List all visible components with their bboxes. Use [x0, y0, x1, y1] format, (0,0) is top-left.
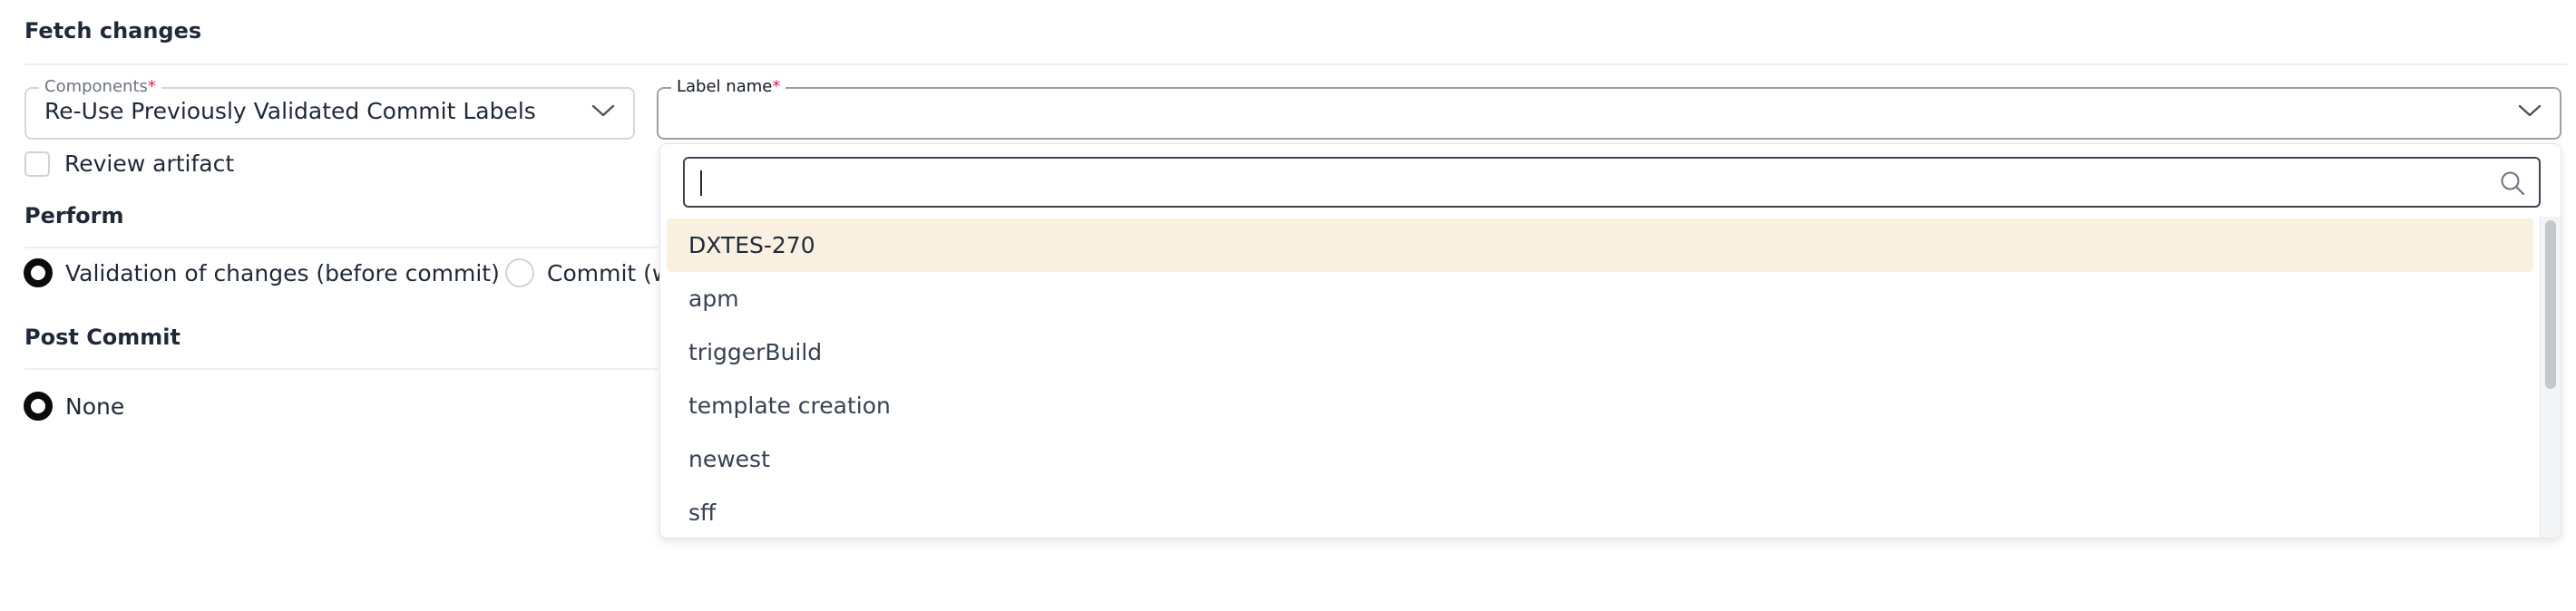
post-commit-option-label: None [65, 393, 125, 420]
components-legend-label: Components [44, 77, 148, 96]
dropdown-scrollbar[interactable] [2540, 217, 2561, 538]
divider [24, 247, 658, 248]
components-legend: Components* [39, 76, 161, 98]
dropdown-option[interactable]: DXTES-270 [667, 218, 2533, 272]
chevron-down-icon[interactable] [591, 103, 615, 118]
dropdown-option[interactable]: newest [667, 432, 2533, 486]
dropdown-options: DXTES-270 apm triggerBuild template crea… [667, 218, 2533, 538]
dropdown-option[interactable]: sff [667, 486, 2533, 538]
page: Fetch changes Components* Re-Use Previou… [0, 0, 2576, 611]
chevron-down-icon[interactable] [2518, 103, 2542, 118]
divider [24, 63, 2567, 65]
components-value: Re-Use Previously Validated Commit Label… [44, 98, 536, 124]
required-mark: * [772, 77, 781, 96]
dropdown-option[interactable]: template creation [667, 379, 2533, 432]
required-mark: * [147, 77, 156, 96]
search-icon [2501, 171, 2525, 196]
label-name-select[interactable]: Label name* [657, 76, 2561, 140]
dropdown-search-input[interactable] [683, 157, 2541, 208]
divider [24, 368, 658, 370]
perform-option-label: Validation of changes (before commit) [65, 259, 500, 286]
radio-button[interactable] [24, 258, 53, 287]
dropdown-option[interactable]: triggerBuild [667, 325, 2533, 379]
post-commit-option-none[interactable]: None [24, 392, 124, 421]
post-commit-title: Post Commit [24, 325, 181, 350]
dropdown-option[interactable]: apm [667, 272, 2533, 325]
label-name-dropdown: DXTES-270 apm triggerBuild template crea… [659, 143, 2561, 538]
review-artifact-row[interactable]: Review artifact [24, 150, 234, 177]
review-artifact-label: Review artifact [64, 150, 235, 177]
perform-option-commit[interactable]: Commit (w [505, 258, 670, 287]
perform-option-label: Commit (w [547, 259, 671, 286]
text-caret [700, 170, 702, 196]
label-name-legend-label: Label name [677, 77, 773, 96]
scrollbar-thumb[interactable] [2545, 220, 2556, 389]
label-name-legend: Label name* [671, 76, 786, 98]
components-select[interactable]: Components* Re-Use Previously Validated … [24, 76, 635, 140]
perform-option-validation[interactable]: Validation of changes (before commit) [24, 258, 500, 287]
perform-title: Perform [24, 203, 124, 228]
radio-button[interactable] [505, 258, 534, 287]
fetch-changes-title: Fetch changes [24, 18, 202, 44]
review-artifact-checkbox[interactable] [24, 150, 50, 177]
radio-button[interactable] [24, 392, 53, 421]
